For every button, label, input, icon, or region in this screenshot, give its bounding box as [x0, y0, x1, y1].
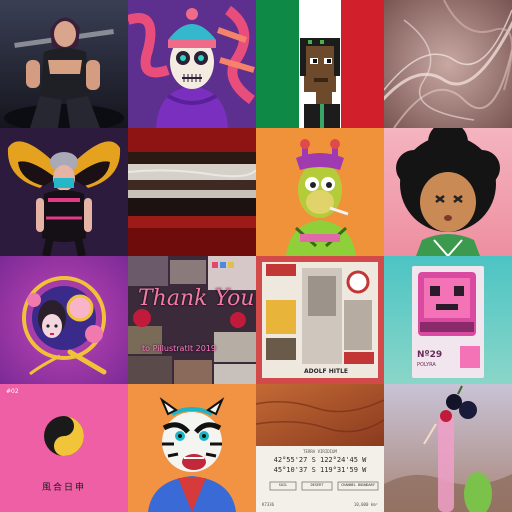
gallery-tile-7[interactable] — [256, 128, 384, 256]
giraffe-ape-art — [256, 128, 384, 256]
card-number: Nº29 — [417, 350, 443, 360]
terra-footer-right: 10,000 km² — [353, 502, 378, 507]
gallery-tile-14[interactable] — [128, 384, 256, 512]
thank-you-collage-art — [128, 256, 256, 384]
corner-label: #02 — [6, 388, 19, 395]
gallery-tile-16[interactable] — [384, 384, 512, 512]
sugar-skull-hoodie-art — [128, 0, 256, 128]
gallery-tile-2[interactable] — [128, 0, 256, 128]
gallery-tile-4[interactable] — [384, 0, 512, 128]
terra-button-soil: SOIL — [278, 483, 288, 487]
tiger-mascot-art — [128, 384, 256, 512]
cherry-cactus-art — [384, 384, 512, 512]
geisha-50-art — [0, 256, 128, 384]
terra-button-channel: CHANNEL BOUNDARY — [341, 483, 375, 487]
gallery-tile-6[interactable] — [128, 128, 256, 256]
striped-painting-art — [128, 128, 256, 256]
yin-yang-caption: 風合日申 — [41, 483, 86, 493]
vintage-poster-collage-art — [256, 256, 384, 384]
gallery-tile-5[interactable] — [0, 128, 128, 256]
terra-footer-left: K7336 — [262, 502, 275, 507]
gallery-tile-10[interactable]: Thank You to PillustratIt 2019 — [128, 256, 256, 384]
smoke-abstract-art — [384, 0, 512, 128]
thank-you-title: Thank You — [138, 286, 255, 311]
thank-you-subtitle: to PillustratIt 2019 — [142, 344, 216, 353]
gallery-tile-9[interactable] — [0, 256, 128, 384]
terra-coord-2: 45°10'37 S 119°31'59 W — [273, 466, 367, 474]
gallery-tile-15[interactable]: TERRA VIRIDIUM 42°55'27 S 122°24'45 W 45… — [256, 384, 384, 512]
gallery-tile-8[interactable] — [384, 128, 512, 256]
poster-caption: ADOLF HITLE — [304, 368, 349, 375]
nft-gallery-grid: Thank You to PillustratIt 2019 ADOLF HIT… — [0, 0, 512, 512]
terra-header: TERRA VIRIDIUM — [303, 449, 337, 454]
terra-texture-art — [256, 384, 384, 512]
warrior-woman-art — [0, 0, 128, 128]
gallery-tile-3[interactable] — [256, 0, 384, 128]
pixel-punk-mexico-art — [256, 0, 384, 128]
pink-robot-card-art — [384, 256, 512, 384]
terra-button-desert: DESERT — [310, 483, 324, 487]
card-label: POLYRA — [417, 362, 436, 368]
gallery-tile-12[interactable]: Nº29 POLYRA — [384, 256, 512, 384]
afro-boy-art — [384, 128, 512, 256]
butterfly-woman-art — [0, 128, 128, 256]
terra-coord-1: 42°55'27 S 122°24'45 W — [273, 456, 367, 464]
gallery-tile-1[interactable] — [0, 0, 128, 128]
gallery-tile-13[interactable]: #02 風合日申 — [0, 384, 128, 512]
gallery-tile-11[interactable]: ADOLF HITLE — [256, 256, 384, 384]
